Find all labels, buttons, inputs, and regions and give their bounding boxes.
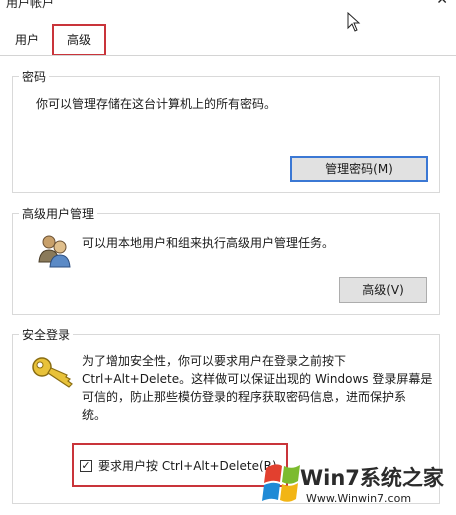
user-management-group-title: 高级用户管理 [19, 205, 98, 222]
secure-logon-group-title: 安全登录 [19, 326, 74, 343]
ctrl-alt-del-checkbox[interactable]: ✓ [80, 460, 92, 472]
advanced-button[interactable]: 高级(V) [339, 277, 427, 303]
window-title: 用户帐户 [6, 0, 55, 10]
key-icon [32, 357, 73, 388]
ctrl-alt-del-checkbox-label[interactable]: 要求用户按 Ctrl+Alt+Delete(R) [98, 457, 277, 475]
close-icon[interactable]: ✕ [436, 0, 448, 8]
tab-strip: 用户 高级 [0, 24, 456, 56]
watermark-brand: Win7系统之家 [300, 466, 444, 490]
secure-logon-line-2: Ctrl+Alt+Delete。这样做可以保证出现的 Windows 登录屏幕是 [82, 372, 433, 386]
title-bar: 用户帐户 ✕ [0, 0, 456, 14]
tab-advanced[interactable]: 高级 [52, 24, 106, 56]
user-management-description: 可以用本地用户和组来执行高级用户管理任务。 [82, 236, 335, 250]
users-icon [38, 235, 71, 268]
tab-users[interactable]: 用户 [8, 28, 46, 52]
secure-logon-line-3: 可信的，防止那些模仿登录的程序获取密码信息，进而保护系 [82, 390, 407, 404]
passwords-group-title: 密码 [19, 68, 50, 85]
secure-logon-line-4: 统。 [82, 408, 107, 422]
secure-logon-line-1: 为了增加安全性，你可以要求用户在登录之前按下 [82, 354, 347, 368]
manage-passwords-button[interactable]: 管理密码(M) [290, 156, 428, 182]
watermark-url: Www.Winwin7.com [306, 492, 412, 505]
passwords-description: 你可以管理存储在这台计算机上的所有密码。 [36, 97, 277, 111]
